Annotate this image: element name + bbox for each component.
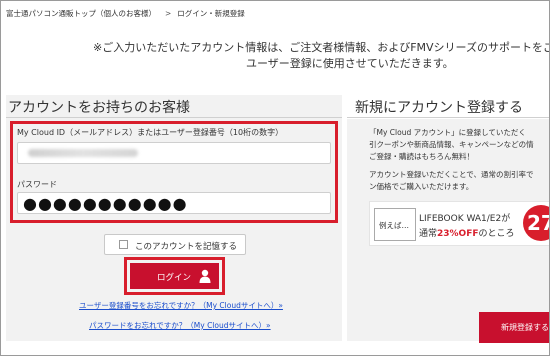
password-masked-value: ●●●●●●●●●●● xyxy=(23,194,188,213)
id-input-blurred-value xyxy=(28,149,138,157)
heading-divider xyxy=(6,117,342,118)
notice-line-1: ※ご入力いただいたアカウント情報は、ご注文者様情報、およびFMVシリーズのサポー… xyxy=(93,41,550,54)
price-discount-highlight: 23%OFF xyxy=(437,229,479,239)
product-name: LIFEBOOK WA1/E2が xyxy=(419,214,511,224)
forgot-password-link[interactable]: パスワードをお忘れですか？（My Cloudサイトへ）» xyxy=(89,320,271,331)
promo-line-1: 「My Cloud アカウント」に登録していただく xyxy=(369,128,526,137)
remember-label: このアカウントを記憶する xyxy=(135,242,238,252)
price-prefix: 通常 xyxy=(419,229,438,239)
promo-line-2: 引クーポンや新商品情報、キャンペーンなどの情 xyxy=(369,140,534,149)
password-input[interactable]: ●●●●●●●●●●● xyxy=(17,192,331,214)
notice-line-2: ユーザー登録に使用させていただきます。 xyxy=(246,57,454,70)
login-button[interactable]: ログイン xyxy=(130,263,219,289)
remember-account-toggle[interactable]: このアカウントを記憶する xyxy=(104,234,246,255)
promo-line-4: アカウント登録いただくことで、通常の割引率で xyxy=(369,170,534,179)
login-button-label: ログイン xyxy=(157,273,192,283)
new-registration-heading: 新規にアカウント登録する xyxy=(355,100,523,116)
forgot-user-id-link[interactable]: ユーザー登録番号をお忘れですか？（My Cloudサイトへ）» xyxy=(79,300,283,311)
breadcrumb-home-link[interactable]: 富士通パソコン通販トップ（個人のお客様） xyxy=(6,9,156,18)
login-fields-highlight: My Cloud ID（メールアドレス）またはユーザー登録番号（10桁の数字） … xyxy=(10,121,338,223)
password-field-label: パスワード xyxy=(17,180,57,189)
price-suffix: のところ xyxy=(478,229,515,239)
remember-checkbox[interactable] xyxy=(119,240,128,249)
breadcrumb: 富士通パソコン通販トップ（個人のお客様） > ログイン・新規登録 xyxy=(6,8,245,19)
product-discount: 通常23%OFFのところ xyxy=(419,226,515,239)
page-frame: 富士通パソコン通販トップ（個人のお客様） > ログイン・新規登録 ※ご入力いただいた… xyxy=(0,0,550,356)
existing-account-heading: アカウントをお持ちのお客様 xyxy=(8,100,190,116)
register-button-label: 新規登録する xyxy=(501,323,549,332)
id-field-label: My Cloud ID（メールアドレス）またはユーザー登録番号（10桁の数字） xyxy=(17,128,284,137)
product-thumb-label: 例えば… xyxy=(379,221,409,230)
id-input[interactable] xyxy=(17,142,331,164)
discount-badge-number: 27 xyxy=(527,211,549,235)
promo-line-5: ン価格でご購入いただけます。 xyxy=(369,182,474,191)
product-thumbnail: 例えば… xyxy=(374,208,416,241)
register-button[interactable]: 新規登録する xyxy=(479,312,549,343)
breadcrumb-separator: > xyxy=(165,9,172,18)
breadcrumb-current: ログイン・新規登録 xyxy=(177,9,245,18)
person-icon xyxy=(199,269,211,283)
registration-divider xyxy=(347,117,549,118)
promo-line-3: ご登録・購読はもちろん無料！ xyxy=(369,152,474,161)
